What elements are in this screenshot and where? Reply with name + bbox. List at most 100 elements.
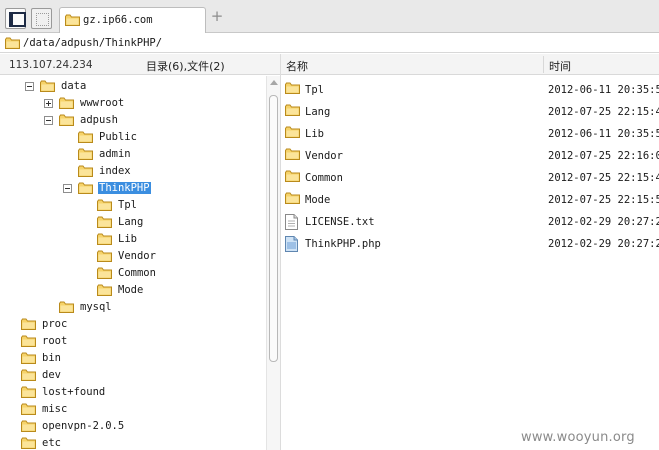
file-row[interactable]: Lib 2012-06-11 20:35:57 [281, 123, 659, 145]
tree-item[interactable]: lost+found [21, 384, 260, 401]
watermark: www.wooyun.org [521, 430, 635, 445]
scrollbar-thumb[interactable] [269, 95, 278, 362]
tree-item[interactable]: Vendor [97, 248, 260, 265]
file-row[interactable]: Vendor 2012-07-25 22:16:02 [281, 145, 659, 167]
tree-item[interactable]: Mode [97, 282, 260, 299]
folder-icon [97, 216, 112, 228]
folder-icon [97, 199, 112, 211]
tree-item[interactable]: Public [78, 129, 260, 146]
folder-icon [97, 250, 112, 262]
expand-icon[interactable] [44, 99, 53, 108]
collapse-icon[interactable] [44, 116, 53, 125]
file-name: ThinkPHP.php [305, 238, 381, 250]
folder-icon [21, 386, 36, 398]
scroll-up-icon[interactable] [270, 80, 278, 85]
tree-item-label: Tpl [118, 199, 137, 211]
tree-item[interactable]: index [78, 163, 260, 180]
tree-item[interactable]: dev [21, 367, 260, 384]
sidebar-toggle-button[interactable] [5, 8, 26, 29]
file-time: 2012-02-29 20:27:20 [548, 216, 659, 228]
tree-item[interactable]: ThinkPHP [63, 180, 260, 197]
folder-icon [40, 80, 55, 92]
tree-item[interactable]: data [25, 78, 260, 95]
tree-item[interactable]: bin [21, 350, 260, 367]
tree-item-label: lost+found [42, 386, 106, 398]
add-tab-icon[interactable]: + [210, 9, 224, 24]
file-name: Common [305, 172, 343, 184]
tree-item-label: data [61, 80, 87, 92]
folder-icon [285, 170, 300, 182]
tree-item-label: root [42, 335, 68, 347]
tree-scrollbar[interactable] [266, 76, 280, 450]
folder-icon [285, 104, 300, 116]
tree-item-label: Lib [118, 233, 137, 245]
path-bar[interactable]: /data/adpush/ThinkPHP/ [0, 33, 659, 53]
tree-item[interactable]: proc [21, 316, 260, 333]
tree-item[interactable]: admin [78, 146, 260, 163]
tree-item[interactable]: openvpn-2.0.5 [21, 418, 260, 435]
column-separator[interactable] [543, 56, 544, 73]
directory-tree: data wwwroot adpush Public admin index ThinkPH… [0, 76, 266, 450]
folder-icon [21, 437, 36, 449]
server-ip: 113.107.24.234 [9, 59, 93, 71]
file-time: 2012-06-11 20:35:57 [548, 128, 659, 140]
file-row[interactable]: ThinkPHP.php 2012-02-29 20:27:20 [281, 233, 659, 255]
file-name: LICENSE.txt [305, 216, 375, 228]
folder-icon [285, 126, 300, 138]
folder-icon [59, 114, 74, 126]
folder-icon [285, 192, 300, 204]
tree-item-label: Vendor [118, 250, 156, 262]
file-time: 2012-02-29 20:27:20 [548, 238, 659, 250]
tree-item-label: misc [42, 403, 68, 415]
column-header-name[interactable]: 名称 [286, 58, 308, 74]
select-toggle-button[interactable] [31, 8, 52, 29]
folder-icon [97, 233, 112, 245]
file-name: Lib [305, 128, 324, 140]
collapse-icon[interactable] [25, 82, 34, 91]
folder-icon [21, 369, 36, 381]
php-file-icon [285, 236, 298, 252]
folder-icon [21, 352, 36, 364]
folder-icon [59, 301, 74, 313]
tree-item[interactable]: Lang [97, 214, 260, 231]
tree-item-label: mysql [80, 301, 112, 313]
collapse-icon[interactable] [63, 184, 72, 193]
folder-icon [97, 284, 112, 296]
tree-item[interactable]: Tpl [97, 197, 260, 214]
text-file-icon [285, 214, 298, 230]
file-row[interactable]: Mode 2012-07-25 22:15:56 [281, 189, 659, 211]
tab-active[interactable]: gz.ip66.com [59, 7, 206, 33]
tree-item-label: dev [42, 369, 61, 381]
folder-icon [285, 148, 300, 160]
file-row[interactable]: LICENSE.txt 2012-02-29 20:27:20 [281, 211, 659, 233]
folder-icon [21, 335, 36, 347]
file-name: Mode [305, 194, 331, 206]
tree-item[interactable]: Common [97, 265, 260, 282]
tree-item-label: openvpn-2.0.5 [42, 420, 125, 432]
tree-item-label: adpush [80, 114, 118, 126]
column-header-time[interactable]: 时间 [549, 58, 571, 74]
file-row[interactable]: Lang 2012-07-25 22:15:48 [281, 101, 659, 123]
file-row[interactable]: Tpl 2012-06-11 20:35:56 [281, 79, 659, 101]
folder-icon [285, 82, 300, 94]
folder-icon [21, 318, 36, 330]
tree-item[interactable]: wwwroot [44, 95, 260, 112]
file-name: Vendor [305, 150, 343, 162]
tree-item[interactable]: Lib [97, 231, 260, 248]
folder-icon [59, 97, 74, 109]
tree-item-label: index [99, 165, 131, 177]
tree-item-label: proc [42, 318, 68, 330]
tree-item-label: Lang [118, 216, 144, 228]
folder-icon [97, 267, 112, 279]
tree-item[interactable]: root [21, 333, 260, 350]
file-row[interactable]: Common 2012-07-25 22:15:48 [281, 167, 659, 189]
tab-title: gz.ip66.com [83, 14, 153, 26]
tree-item[interactable]: mysql [59, 299, 260, 316]
tree-item-label: Public [99, 131, 137, 143]
tree-item[interactable]: etc [21, 435, 260, 450]
tree-item[interactable]: adpush [44, 112, 260, 129]
folder-icon [21, 420, 36, 432]
tree-item-label: wwwroot [80, 97, 125, 109]
tree-item[interactable]: misc [21, 401, 260, 418]
file-time: 2012-07-25 22:15:48 [548, 106, 659, 118]
